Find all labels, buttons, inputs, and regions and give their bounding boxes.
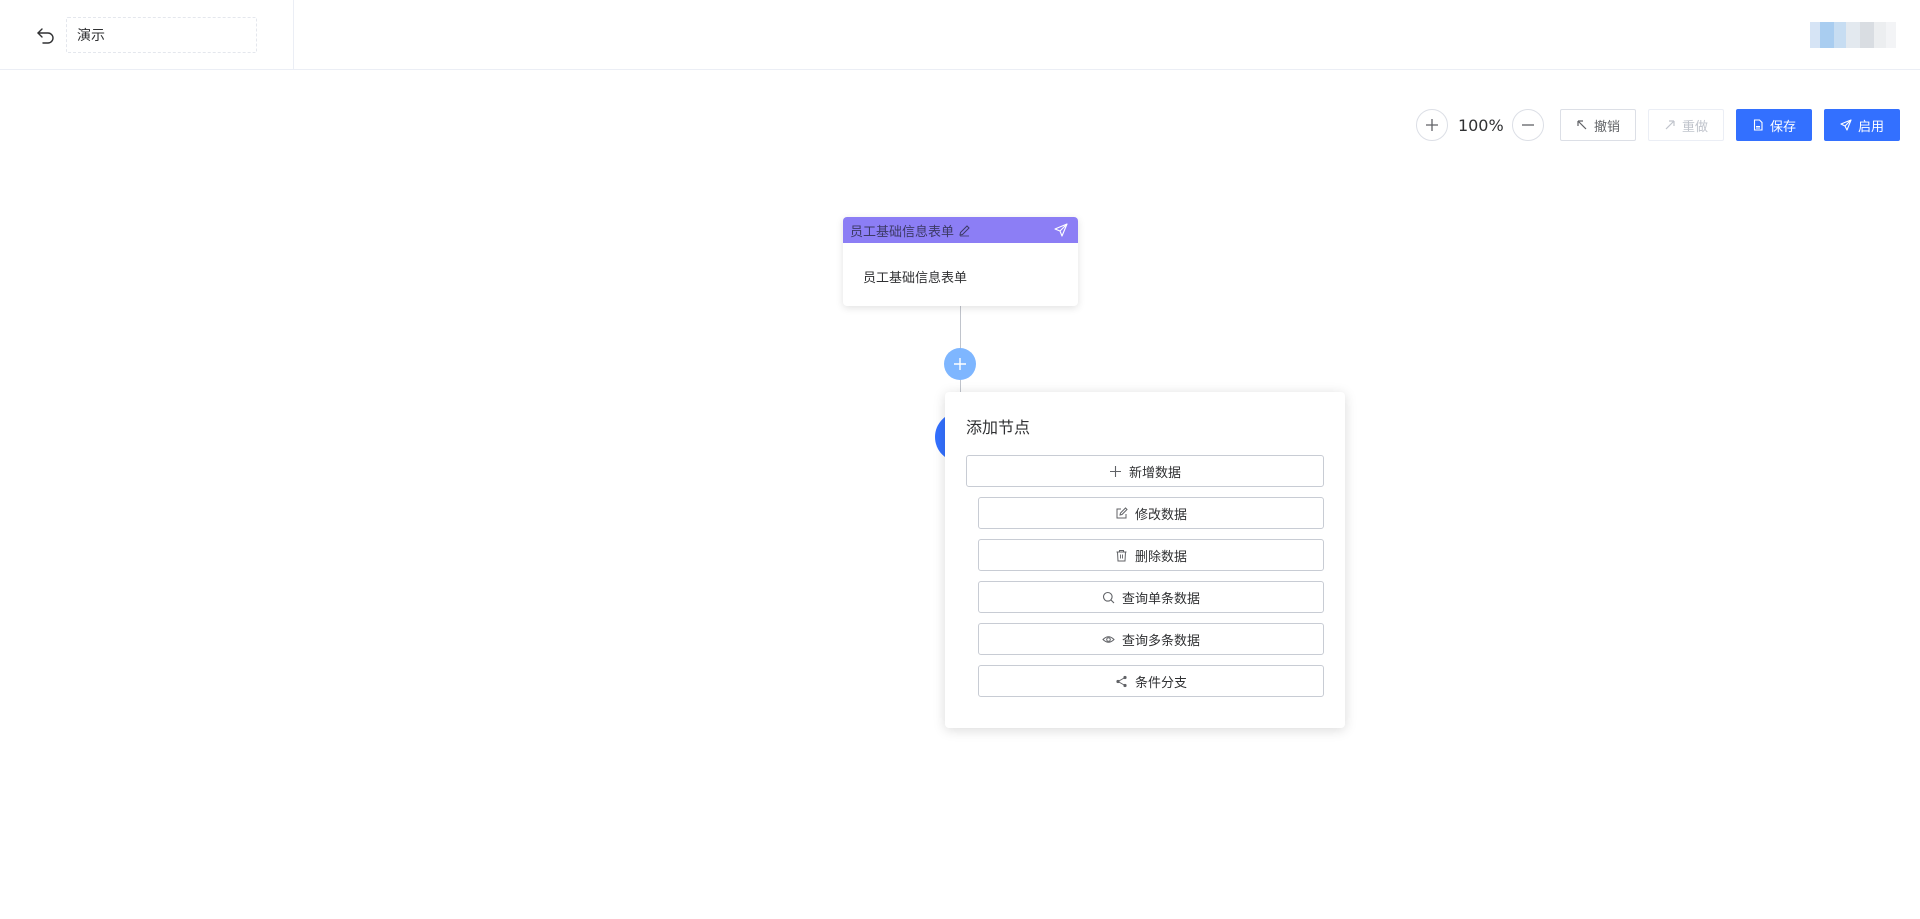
share-icon	[1116, 675, 1127, 687]
send-icon[interactable]	[1054, 223, 1068, 237]
zoom-level: 100%	[1457, 115, 1504, 135]
send-icon	[1840, 119, 1852, 131]
node-header-title: 员工基础信息表单	[850, 224, 955, 240]
edit-icon	[1116, 506, 1128, 518]
trash-icon	[1116, 549, 1127, 561]
add-data-label: 新增数据	[1128, 465, 1181, 481]
query-multiple-label: 查询多条数据	[1121, 633, 1200, 649]
enable-button[interactable]: 启用	[1823, 109, 1900, 141]
user-avatar[interactable]	[1810, 22, 1896, 48]
query-single-label: 查询单条数据	[1121, 591, 1200, 607]
workflow-title-input[interactable]	[66, 17, 257, 53]
header-bar	[0, 0, 1920, 70]
plus-icon	[954, 358, 966, 370]
update-data-button[interactable]: 修改数据	[978, 497, 1324, 529]
document-icon	[1753, 119, 1763, 131]
eye-icon	[1102, 635, 1115, 643]
undo-arrow-icon	[37, 28, 54, 44]
delete-data-label: 删除数据	[1134, 549, 1187, 565]
edit-pencil-icon[interactable]	[958, 224, 971, 237]
zoom-out-button[interactable]	[1511, 109, 1544, 141]
canvas-toolbar: 100% 撤销 重做 保存 启用	[1415, 109, 1900, 141]
redo-label: 重做	[1681, 119, 1708, 135]
plus-icon	[1425, 119, 1438, 131]
form-start-node[interactable]: 员工基础信息表单 员工基础信息表单	[843, 217, 1078, 306]
add-node-button[interactable]	[944, 348, 976, 380]
enable-label: 启用	[1857, 119, 1884, 135]
redo-button[interactable]: 重做	[1647, 109, 1724, 141]
node-header: 员工基础信息表单	[843, 217, 1078, 243]
arrow-up-left-icon	[1577, 120, 1587, 130]
save-button[interactable]: 保存	[1735, 109, 1812, 141]
header-left-section	[0, 0, 294, 70]
undo-label: 撤销	[1593, 119, 1620, 135]
arrow-up-right-icon	[1665, 120, 1675, 130]
undo-button[interactable]: 撤销	[1559, 109, 1636, 141]
zoom-in-button[interactable]	[1415, 109, 1448, 141]
update-data-label: 修改数据	[1134, 507, 1187, 523]
delete-data-button[interactable]: 删除数据	[978, 539, 1324, 571]
condition-branch-label: 条件分支	[1134, 675, 1187, 691]
search-icon	[1102, 591, 1115, 603]
query-multiple-button[interactable]: 查询多条数据	[978, 623, 1324, 655]
minus-icon	[1521, 124, 1534, 126]
add-data-button[interactable]: 新增数据	[966, 455, 1324, 487]
add-node-popover: 添加节点 新增数据 修改数据 删除数据 查询单条数据 查询多条数据 条件分支	[945, 392, 1345, 728]
node-body: 员工基础信息表单	[863, 271, 968, 286]
plus-icon	[1109, 465, 1121, 477]
save-label: 保存	[1769, 119, 1796, 135]
back-button[interactable]	[34, 23, 58, 47]
condition-branch-button[interactable]: 条件分支	[978, 665, 1324, 697]
popover-title: 添加节点	[966, 418, 1031, 437]
query-single-button[interactable]: 查询单条数据	[978, 581, 1324, 613]
